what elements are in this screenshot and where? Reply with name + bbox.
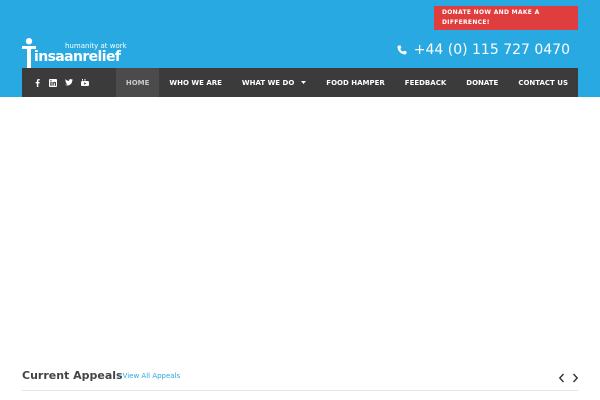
chevron-right-icon[interactable] xyxy=(571,373,579,383)
phone-icon xyxy=(397,45,407,55)
section-title: Current Appeals xyxy=(22,369,123,382)
nav-item-home[interactable]: HOME xyxy=(115,68,160,97)
nav-item-feedback[interactable]: FEEDBACK xyxy=(395,68,456,97)
nav-item-contact-us[interactable]: CONTACT US xyxy=(508,68,578,97)
nav-item-food-hamper[interactable]: FOOD HAMPER xyxy=(316,68,394,97)
logo-brand: insaanrelief xyxy=(34,49,121,65)
nav-item-donate[interactable]: DONATE xyxy=(456,68,508,97)
youtube-icon[interactable] xyxy=(81,78,89,87)
view-all-appeals-link[interactable]: / View All Appeals xyxy=(118,372,180,380)
current-appeals-section: Current Appeals / View All Appeals xyxy=(22,367,579,391)
caret-down-icon xyxy=(301,81,307,84)
facebook-icon[interactable] xyxy=(33,78,41,87)
nav-item-what-we-do[interactable]: WHAT WE DO xyxy=(232,68,316,97)
nav-menu: HOME WHO WE ARE WHAT WE DO FOOD HAMPER F… xyxy=(115,68,578,97)
donate-now-button[interactable]: DONATE NOW AND MAKE A DIFFERENCE! xyxy=(434,6,578,30)
phone-number-text: +44 (0) 115 727 0470 xyxy=(413,42,570,58)
nav-item-who-we-are[interactable]: WHO WE ARE xyxy=(159,68,232,97)
site-logo[interactable]: humanity at work insaanrelief xyxy=(22,38,128,70)
linkedin-icon[interactable] xyxy=(49,78,57,87)
social-links xyxy=(22,78,116,87)
phone-number[interactable]: +44 (0) 115 727 0470 xyxy=(397,41,570,59)
main-navbar: HOME WHO WE ARE WHAT WE DO FOOD HAMPER F… xyxy=(22,68,578,97)
twitter-icon[interactable] xyxy=(65,79,73,87)
chevron-left-icon[interactable] xyxy=(558,373,566,383)
